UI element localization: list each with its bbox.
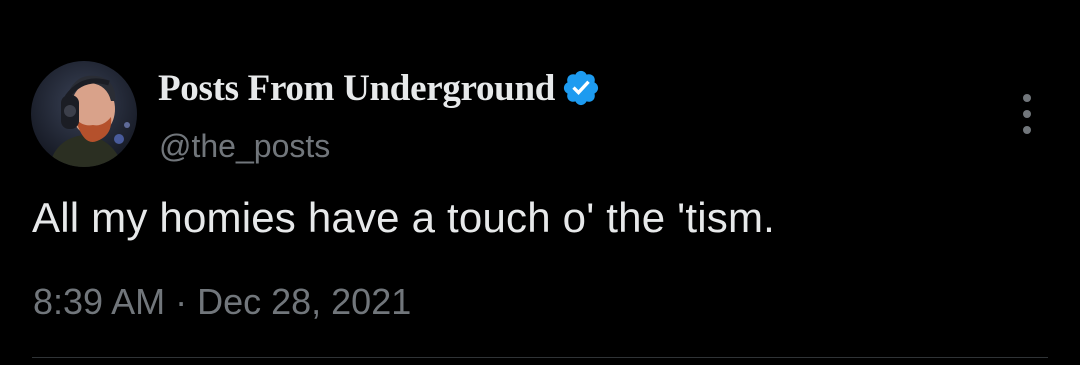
tweet-time: 8:39 AM (33, 281, 166, 322)
avatar[interactable] (31, 61, 137, 167)
display-name[interactable]: Posts From Underground (158, 67, 555, 110)
more-options-icon-dot (1023, 126, 1031, 134)
tweet: Posts From Underground @the_posts All my… (0, 0, 1080, 365)
meta-separator: · (175, 281, 188, 322)
divider (32, 357, 1048, 358)
author-handle[interactable]: @the_posts (159, 128, 330, 165)
more-options-button[interactable] (1010, 92, 1044, 136)
more-options-icon (1023, 94, 1031, 102)
author-name-row: Posts From Underground (158, 66, 601, 110)
tweet-date: Dec 28, 2021 (197, 281, 412, 322)
tweet-timestamp[interactable]: 8:39 AM · Dec 28, 2021 (33, 281, 411, 323)
verified-badge-icon (561, 68, 601, 108)
tweet-text: All my homies have a touch o' the 'tism. (32, 194, 776, 241)
more-options-icon-dot (1023, 110, 1031, 118)
